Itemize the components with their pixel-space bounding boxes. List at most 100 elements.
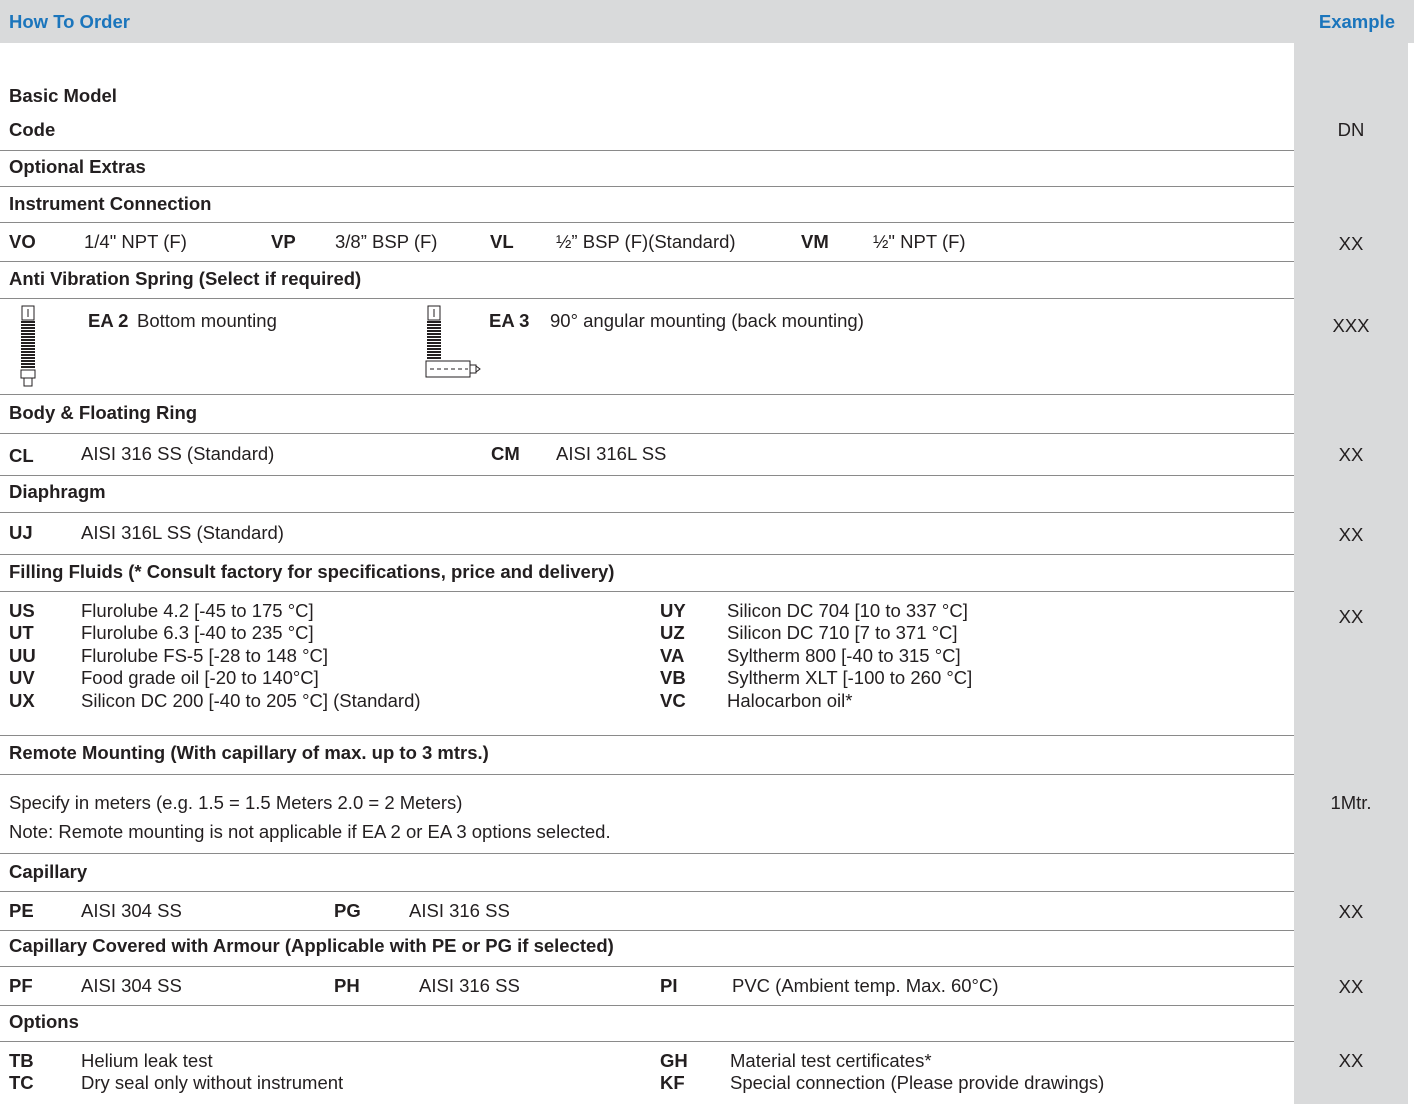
option-code: VO bbox=[9, 231, 36, 252]
option-desc: Dry seal only without instrument bbox=[81, 1072, 344, 1093]
diaphragm-example: XX bbox=[1338, 524, 1364, 545]
instrument-connection-heading: Instrument Connection bbox=[9, 193, 212, 214]
remote-example: 1Mtr. bbox=[1330, 792, 1372, 813]
divider bbox=[0, 298, 1294, 299]
divider bbox=[0, 591, 1294, 592]
example-title: Example bbox=[1318, 11, 1395, 32]
option-code: GH bbox=[660, 1050, 688, 1071]
option-code: EA 3 bbox=[489, 310, 530, 331]
option-desc: AISI 316 SS bbox=[409, 900, 510, 921]
option-desc: Silicon DC 704 [10 to 337 °C] bbox=[727, 600, 968, 621]
option-code: TC bbox=[9, 1072, 34, 1093]
capillary-heading: Capillary bbox=[9, 861, 88, 882]
filling-fluids-heading: Filling Fluids (* Consult factory for sp… bbox=[9, 561, 615, 582]
how-to-order-title: How To Order bbox=[9, 11, 130, 32]
capillary-example: XX bbox=[1338, 901, 1364, 922]
option-code: UU bbox=[9, 645, 36, 666]
options-example: XX bbox=[1338, 1050, 1364, 1071]
option-code: PI bbox=[660, 975, 678, 996]
remote-instruction: Specify in meters (e.g. 1.5 = 1.5 Meters… bbox=[9, 792, 463, 813]
basic-model-heading: Basic Model bbox=[9, 85, 117, 106]
option-desc: Silicon DC 710 [7 to 371 °C] bbox=[727, 622, 958, 643]
option-desc: AISI 316L SS bbox=[556, 443, 667, 464]
code-heading: Code bbox=[9, 119, 56, 140]
spring-bottom-icon bbox=[20, 305, 36, 387]
option-desc: AISI 316 SS bbox=[419, 975, 520, 996]
divider bbox=[0, 433, 1294, 434]
divider bbox=[0, 1005, 1294, 1006]
option-code: PG bbox=[334, 900, 361, 921]
spring-example: XXX bbox=[1332, 315, 1370, 336]
divider bbox=[0, 394, 1294, 395]
divider bbox=[0, 930, 1294, 931]
divider bbox=[0, 891, 1294, 892]
option-desc: Flurolube FS-5 [-28 to 148 °C] bbox=[81, 645, 328, 666]
diaphragm-heading: Diaphragm bbox=[9, 481, 106, 502]
divider bbox=[0, 966, 1294, 967]
option-desc: ½” BSP (F)(Standard) bbox=[556, 231, 736, 252]
option-desc: Silicon DC 200 [-40 to 205 °C] (Standard… bbox=[81, 690, 421, 711]
option-code: US bbox=[9, 600, 35, 621]
instrument-example: XX bbox=[1338, 233, 1364, 254]
option-code: KF bbox=[660, 1072, 685, 1093]
option-desc: Special connection (Please provide drawi… bbox=[730, 1072, 1105, 1093]
options-heading: Options bbox=[9, 1011, 79, 1032]
option-code: PH bbox=[334, 975, 360, 996]
divider bbox=[0, 475, 1294, 476]
option-code: UZ bbox=[660, 622, 685, 643]
option-desc: 1/4" NPT (F) bbox=[84, 231, 187, 252]
option-desc: Syltherm 800 [-40 to 315 °C] bbox=[727, 645, 961, 666]
option-code: CL bbox=[9, 445, 34, 466]
option-desc: Syltherm XLT [-100 to 260 °C] bbox=[727, 667, 973, 688]
divider bbox=[0, 261, 1294, 262]
option-desc: Flurolube 4.2 [-45 to 175 °C] bbox=[81, 600, 314, 621]
option-desc: ½" NPT (F) bbox=[873, 231, 966, 252]
option-code: VB bbox=[660, 667, 686, 688]
option-desc: AISI 316L SS (Standard) bbox=[81, 522, 284, 543]
divider bbox=[0, 222, 1294, 223]
divider bbox=[0, 853, 1294, 854]
option-code: TB bbox=[9, 1050, 34, 1071]
body-example: XX bbox=[1338, 444, 1364, 465]
remote-note: Note: Remote mounting is not applicable … bbox=[9, 821, 611, 842]
option-code: UX bbox=[9, 690, 35, 711]
option-desc: Halocarbon oil* bbox=[727, 690, 853, 711]
option-desc: Bottom mounting bbox=[137, 310, 277, 331]
option-desc: AISI 316 SS (Standard) bbox=[81, 443, 275, 464]
option-code: UV bbox=[9, 667, 35, 688]
divider bbox=[0, 774, 1294, 775]
option-desc: Food grade oil [-20 to 140°C] bbox=[81, 667, 319, 688]
option-desc: AISI 304 SS bbox=[81, 900, 182, 921]
option-code: VL bbox=[490, 231, 514, 252]
filling-example: XX bbox=[1338, 606, 1364, 627]
option-desc: Helium leak test bbox=[81, 1050, 213, 1071]
example-column bbox=[1294, 43, 1408, 1104]
anti-vibration-heading: Anti Vibration Spring (Select if require… bbox=[9, 268, 362, 289]
option-code: VM bbox=[801, 231, 829, 252]
option-code: VP bbox=[271, 231, 296, 252]
option-code: UJ bbox=[9, 522, 33, 543]
option-code: UT bbox=[9, 622, 34, 643]
code-example: DN bbox=[1337, 119, 1365, 140]
option-code: UY bbox=[660, 600, 686, 621]
divider bbox=[0, 150, 1294, 151]
option-code: CM bbox=[491, 443, 520, 464]
divider bbox=[0, 1041, 1294, 1042]
optional-extras-heading: Optional Extras bbox=[9, 156, 146, 177]
header-bar: How To Order Example bbox=[0, 0, 1414, 43]
body-ring-heading: Body & Floating Ring bbox=[9, 402, 198, 423]
option-code: VC bbox=[660, 690, 686, 711]
option-desc: Material test certificates* bbox=[730, 1050, 932, 1071]
capillary-armour-heading: Capillary Covered with Armour (Applicabl… bbox=[9, 935, 614, 956]
armour-example: XX bbox=[1338, 976, 1364, 997]
option-desc: Flurolube 6.3 [-40 to 235 °C] bbox=[81, 622, 314, 643]
option-code: PE bbox=[9, 900, 34, 921]
option-desc: AISI 304 SS bbox=[81, 975, 182, 996]
divider bbox=[0, 735, 1294, 736]
option-code: VA bbox=[660, 645, 685, 666]
remote-mounting-heading: Remote Mounting (With capillary of max. … bbox=[9, 742, 489, 763]
option-code: EA 2 bbox=[88, 310, 129, 331]
option-code: PF bbox=[9, 975, 33, 996]
option-desc: 3/8” BSP (F) bbox=[335, 231, 438, 252]
option-desc: PVC (Ambient temp. Max. 60°C) bbox=[732, 975, 999, 996]
